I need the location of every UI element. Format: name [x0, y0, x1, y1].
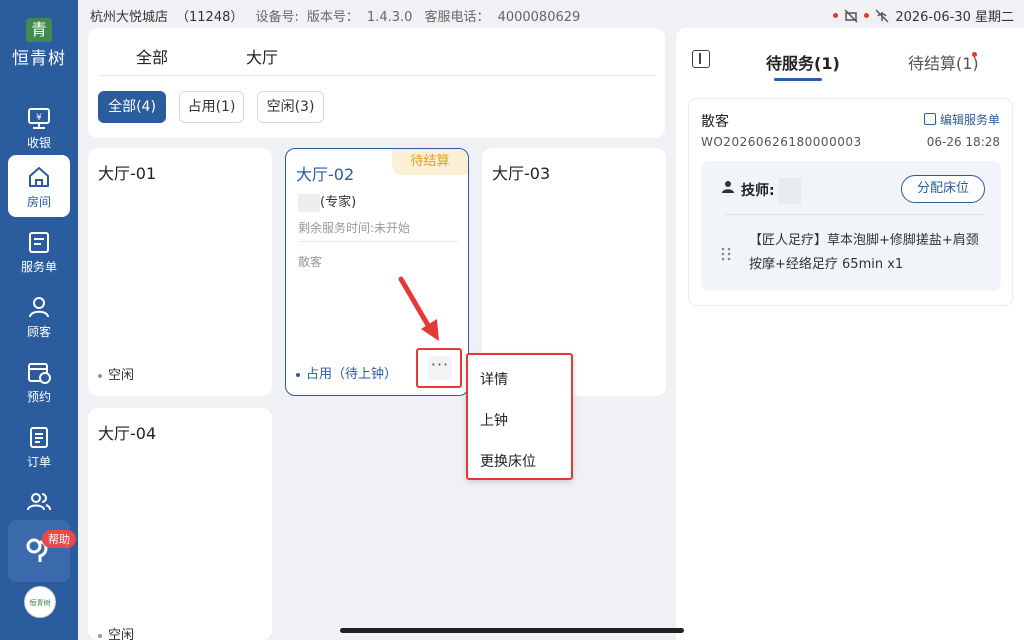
- order-time: 06-26 18:28: [926, 135, 1000, 149]
- cashier-icon: ¥: [28, 108, 50, 129]
- customer-icon: [29, 297, 49, 318]
- avatar[interactable]: 恒青树: [24, 586, 56, 618]
- calendar-icon: [28, 363, 51, 384]
- assign-bed-button[interactable]: 分配床位: [901, 175, 985, 203]
- sidebar: 青 恒青树 ¥ 收银 房间 服务单 顾客 预约 订单 帮助 恒青树: [0, 0, 78, 640]
- home-indicator[interactable]: [340, 628, 684, 633]
- order-icon: [30, 427, 48, 448]
- staff-icon: [27, 493, 51, 511]
- more-options-button[interactable]: ···: [416, 348, 462, 388]
- store-name: 杭州大悦城店: [90, 10, 169, 25]
- customer-type: 散客: [701, 114, 729, 130]
- filter-panel: 全部 大厅 全部(4) 占用(1) 空闲(3): [88, 28, 665, 138]
- sidebar-item-orders[interactable]: 订单: [8, 415, 70, 477]
- sidebar-item-staff[interactable]: [8, 480, 70, 518]
- room-name: 大厅-04: [98, 424, 157, 443]
- technician-icon: [722, 181, 734, 193]
- store-code: （11248）: [176, 10, 244, 25]
- collapse-panel-icon[interactable]: [692, 50, 710, 68]
- status-datetime: 2026-06-30 星期二: [895, 10, 1014, 25]
- pending-settlement-tag: 待结算: [392, 149, 468, 175]
- room-card-04[interactable]: 大厅-04 空闲: [88, 408, 272, 640]
- chip-occupied[interactable]: 占用(1): [179, 91, 244, 123]
- divider: [298, 241, 458, 242]
- room-status: 空闲: [98, 624, 134, 640]
- sidebar-item-cashier[interactable]: ¥ 收银: [8, 96, 70, 158]
- tab-pending-settlement[interactable]: 待结算(1): [908, 50, 979, 74]
- technician-name-redacted: [298, 193, 320, 212]
- sidebar-item-customer[interactable]: 顾客: [8, 285, 70, 347]
- sidebar-item-label: 房间: [26, 195, 51, 209]
- device-label: 设备号:: [255, 10, 299, 25]
- room-status: 占用（待上钟）: [296, 363, 397, 382]
- edit-icon: [923, 113, 936, 125]
- sidebar-item-label: 服务单: [20, 260, 57, 274]
- tab-all[interactable]: 全部: [136, 44, 168, 68]
- menu-item-details[interactable]: 详情: [480, 369, 508, 389]
- service-detail-box: 技师: 分配床位 【匠人足疗】草本泡脚+修脚搓盐+肩颈按摩+经络足疗 65min…: [701, 161, 1001, 291]
- alert-dot: [864, 13, 870, 18]
- sidebar-item-label: 顾客: [26, 325, 51, 339]
- status-bar: 杭州大悦城店 （11248） 设备号: 版本号： 1.4.3.0 客服电话： 40000…: [78, 0, 1024, 28]
- technician-label: 技师:: [741, 178, 802, 204]
- brand-logo: 青 恒青树: [0, 18, 78, 69]
- version-label: 版本号：: [306, 10, 359, 25]
- logo-mark: 青: [26, 18, 52, 42]
- menu-item-change-bed[interactable]: 更换床位: [480, 451, 536, 471]
- sidebar-item-rooms[interactable]: 房间: [8, 155, 70, 217]
- drag-handle-icon[interactable]: [721, 247, 731, 261]
- hotline-label: 客服电话：: [424, 10, 490, 25]
- remaining-time: 剩余服务时间:未开始: [298, 221, 411, 235]
- version-value: 1.4.3.0: [366, 10, 413, 25]
- printer-off-icon: [844, 8, 858, 23]
- sidebar-item-service-order[interactable]: 服务单: [8, 220, 70, 282]
- sidebar-item-label: 收银: [26, 136, 51, 150]
- edit-order-button[interactable]: 编辑服务单: [923, 111, 1000, 128]
- chip-all[interactable]: 全部(4): [98, 91, 166, 123]
- order-panel: 待服务(1) 待结算(1) 散客 编辑服务单 WO202606261800000…: [676, 28, 1024, 640]
- notification-dot: [972, 52, 977, 57]
- sidebar-item-label: 订单: [26, 455, 51, 469]
- order-number: WO20260626180000003: [701, 135, 862, 149]
- service-order-card[interactable]: 散客 编辑服务单 WO20260626180000003 06-26 18:28…: [688, 98, 1013, 306]
- hotline-value: 4000080629: [497, 10, 581, 25]
- sidebar-item-booking[interactable]: 预约: [8, 350, 70, 412]
- room-status: 空闲: [98, 364, 134, 383]
- room-action-menu: 详情 上钟 更换床位: [466, 353, 573, 480]
- more-icon: ···: [428, 356, 452, 380]
- divider: [100, 75, 655, 76]
- guest-type: 散客: [298, 255, 323, 269]
- technician-line: (专家): [298, 191, 356, 212]
- technician-name-redacted: [779, 178, 802, 204]
- service-item: 【匠人足疗】草本泡脚+修脚搓盐+肩颈按摩+经络足疗 65min x1: [749, 233, 979, 272]
- active-tab-indicator: [774, 78, 822, 81]
- service-order-icon: [29, 232, 49, 253]
- room-name: 大厅-03: [492, 164, 551, 183]
- alert-dot: [833, 13, 839, 18]
- network-off-icon: [875, 8, 889, 23]
- tab-pending-service[interactable]: 待服务(1): [766, 50, 840, 74]
- annotation-arrow-icon: [398, 276, 439, 341]
- room-name: 大厅-02: [296, 165, 355, 184]
- chip-idle[interactable]: 空闲(3): [257, 91, 324, 123]
- menu-item-start-service[interactable]: 上钟: [480, 410, 508, 430]
- room-card-01[interactable]: 大厅-01 空闲: [88, 148, 272, 396]
- logo-text: 恒青树: [12, 49, 66, 69]
- room-name: 大厅-01: [98, 164, 157, 183]
- divider: [725, 214, 985, 215]
- svg-text:¥: ¥: [36, 113, 42, 123]
- sidebar-item-label: 预约: [26, 390, 51, 404]
- help-badge: 帮助: [42, 530, 76, 548]
- tab-hall[interactable]: 大厅: [246, 44, 278, 68]
- home-icon: [29, 167, 49, 187]
